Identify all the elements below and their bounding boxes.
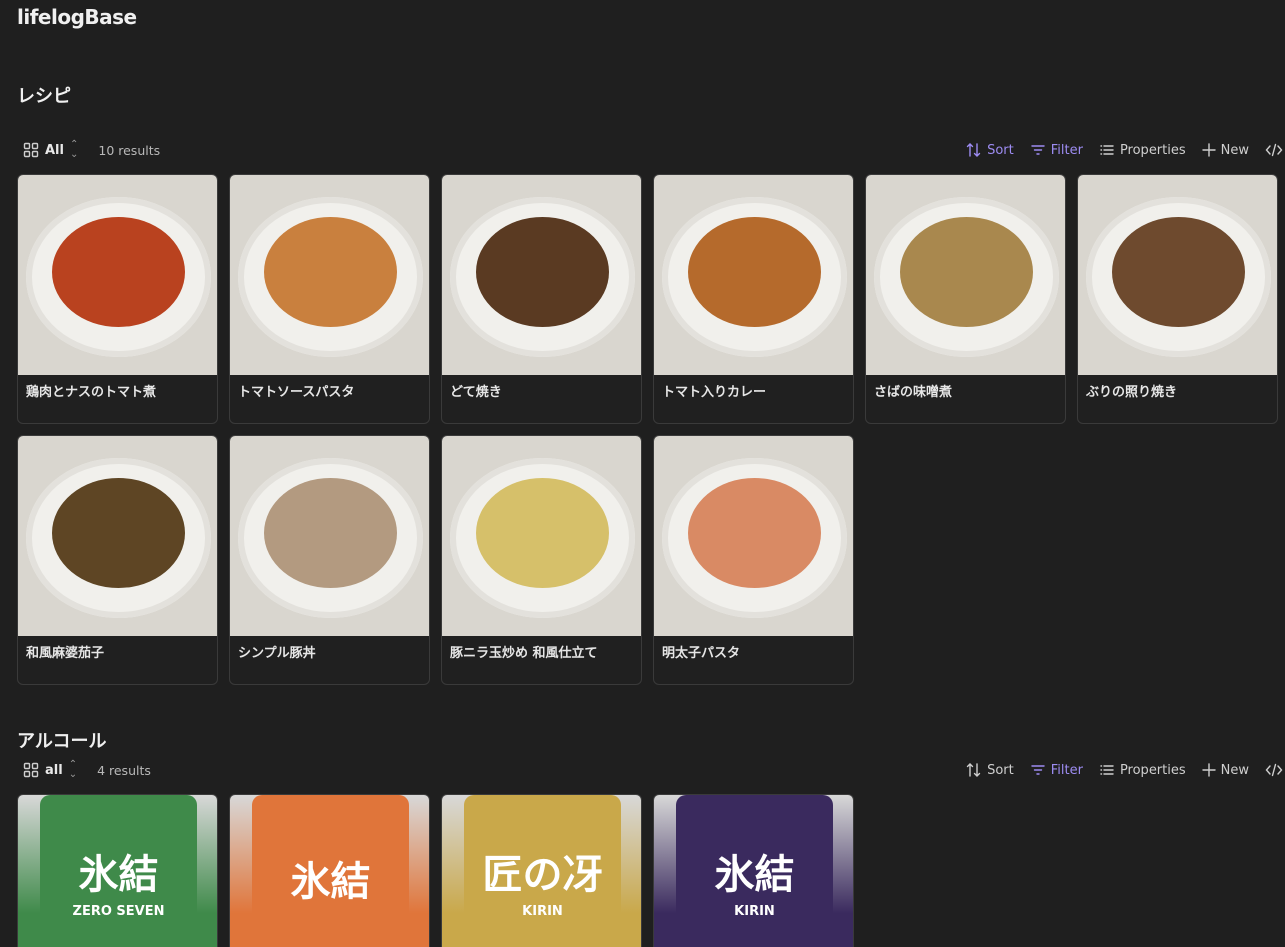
- new-label: New: [1220, 142, 1249, 158]
- drink-photo: 氷結 ZERO SEVEN: [40, 795, 197, 947]
- drink-label: 氷結: [290, 858, 371, 905]
- sort-icon: [966, 763, 981, 777]
- recipe-name: どて焼き: [450, 385, 502, 400]
- alcohol-card[interactable]: 氷結 ZERO SEVEN: [17, 794, 218, 947]
- app-title[interactable]: lifelogBase: [17, 5, 137, 29]
- recipe-card[interactable]: 鶏肉とナスのトマト煮: [17, 174, 218, 424]
- plus-icon: [1201, 143, 1216, 157]
- drink-photo: 氷結 KIRIN: [676, 795, 833, 947]
- recipe-photo: [1078, 175, 1277, 375]
- filter-icon: [1031, 145, 1045, 155]
- view-switch[interactable]: all ⌃ ⌄: [17, 756, 83, 784]
- recipe-name: 豚ニラ玉炒め 和風仕立て: [450, 646, 598, 661]
- sort-button[interactable]: Sort: [966, 762, 1014, 778]
- recipe-name: 鶏肉とナスのトマト煮: [26, 385, 157, 400]
- drink-sublabel: ZERO SEVEN: [72, 903, 165, 919]
- sort-label: Sort: [987, 762, 1014, 778]
- recipe-photo: [18, 175, 217, 375]
- filter-button[interactable]: Filter: [1030, 762, 1083, 778]
- results-count: 10 results: [98, 142, 161, 158]
- chevron-updown-icon: ⌃ ⌄: [68, 759, 78, 780]
- recipe-name: トマトソースパスタ: [238, 385, 355, 400]
- recipe-card[interactable]: さばの味噌煮: [865, 174, 1066, 424]
- drink-photo: 氷結: [252, 795, 409, 947]
- alcohol-toolbar: all ⌃⌄ 4 results Sort Filter Properties: [17, 756, 1285, 784]
- chevron-updown-icon: ⌃ ⌄: [69, 139, 79, 160]
- properties-button[interactable]: Properties: [1099, 762, 1186, 778]
- recipes-gallery: 鶏肉とナスのトマト煮 トマトソースパスタ どて焼き トマト入りカレー さばの味噌煮 ぶりの…: [17, 174, 1278, 685]
- recipe-photo: [18, 436, 217, 636]
- recipe-card[interactable]: トマト入りカレー: [653, 174, 854, 424]
- filter-button[interactable]: Filter: [1030, 142, 1083, 158]
- recipe-card[interactable]: 和風麻婆茄子: [17, 435, 218, 685]
- recipe-photo: [442, 436, 641, 636]
- recipe-name: 和風麻婆茄子: [26, 646, 105, 661]
- results-count: 4 results: [97, 762, 151, 778]
- recipe-name: ぶりの照り焼き: [1086, 385, 1178, 400]
- drink-label: 氷結: [714, 850, 795, 898]
- recipe-photo: [654, 175, 853, 375]
- recipe-name: 明太子パスタ: [662, 646, 741, 661]
- recipe-photo: [230, 175, 429, 375]
- sort-label: Sort: [987, 142, 1014, 158]
- filter-label: Filter: [1050, 142, 1083, 158]
- recipe-photo: [866, 175, 1065, 375]
- embed-button[interactable]: [1265, 762, 1283, 778]
- recipe-card[interactable]: シンプル豚丼: [229, 435, 430, 685]
- properties-label: Properties: [1119, 142, 1186, 158]
- code-icon: [1265, 143, 1283, 157]
- recipe-card[interactable]: ぶりの照り焼き: [1077, 174, 1278, 424]
- drink-sublabel: KIRIN: [734, 903, 775, 919]
- alcohol-card[interactable]: 匠の冴 KIRIN: [441, 794, 642, 947]
- grid-icon: [23, 142, 39, 158]
- drink-photo: 匠の冴 KIRIN: [464, 795, 621, 947]
- recipe-photo: [442, 175, 641, 375]
- recipe-card[interactable]: 明太子パスタ: [653, 435, 854, 685]
- view-switch[interactable]: All ⌃ ⌄: [17, 136, 84, 164]
- recipe-photo: [230, 436, 429, 636]
- filter-icon: [1031, 765, 1045, 775]
- view-label: All: [45, 142, 64, 158]
- section-title-recipes: レシピ: [17, 86, 71, 107]
- recipe-card[interactable]: どて焼き: [441, 174, 642, 424]
- properties-button[interactable]: Properties: [1099, 142, 1186, 158]
- alcohol-gallery: 氷結 ZERO SEVEN 氷結 匠の冴 KIRIN 氷結 KIRIN: [17, 794, 1278, 947]
- recipes-toolbar: All ⌃ ⌄ 10 results Sort Filter Properties: [17, 136, 1285, 164]
- recipe-photo: [654, 436, 853, 636]
- recipe-name: さばの味噌煮: [874, 385, 953, 400]
- sort-button[interactable]: Sort: [966, 142, 1014, 158]
- new-label: New: [1220, 762, 1249, 778]
- recipe-card[interactable]: トマトソースパスタ: [229, 174, 430, 424]
- filter-label: Filter: [1050, 762, 1083, 778]
- list-icon: [1100, 145, 1114, 155]
- section-title-alcohol: アルコール: [17, 731, 107, 752]
- view-label: all: [45, 762, 63, 778]
- plus-icon: [1201, 763, 1216, 777]
- new-button[interactable]: New: [1201, 762, 1249, 778]
- recipe-card[interactable]: 豚ニラ玉炒め 和風仕立て: [441, 435, 642, 685]
- recipe-name: トマト入りカレー: [662, 385, 767, 400]
- alcohol-card[interactable]: 氷結 KIRIN: [653, 794, 854, 947]
- list-icon: [1100, 765, 1114, 775]
- embed-button[interactable]: [1265, 142, 1283, 158]
- recipe-name: シンプル豚丼: [238, 646, 316, 661]
- sort-icon: [966, 143, 981, 157]
- new-button[interactable]: New: [1201, 142, 1249, 158]
- drink-sublabel: KIRIN: [522, 903, 563, 919]
- properties-label: Properties: [1119, 762, 1186, 778]
- grid-icon: [23, 762, 39, 778]
- code-icon: [1265, 763, 1283, 777]
- drink-label: 氷結: [78, 850, 159, 898]
- drink-label: 匠の冴: [482, 850, 603, 898]
- alcohol-card[interactable]: 氷結: [229, 794, 430, 947]
